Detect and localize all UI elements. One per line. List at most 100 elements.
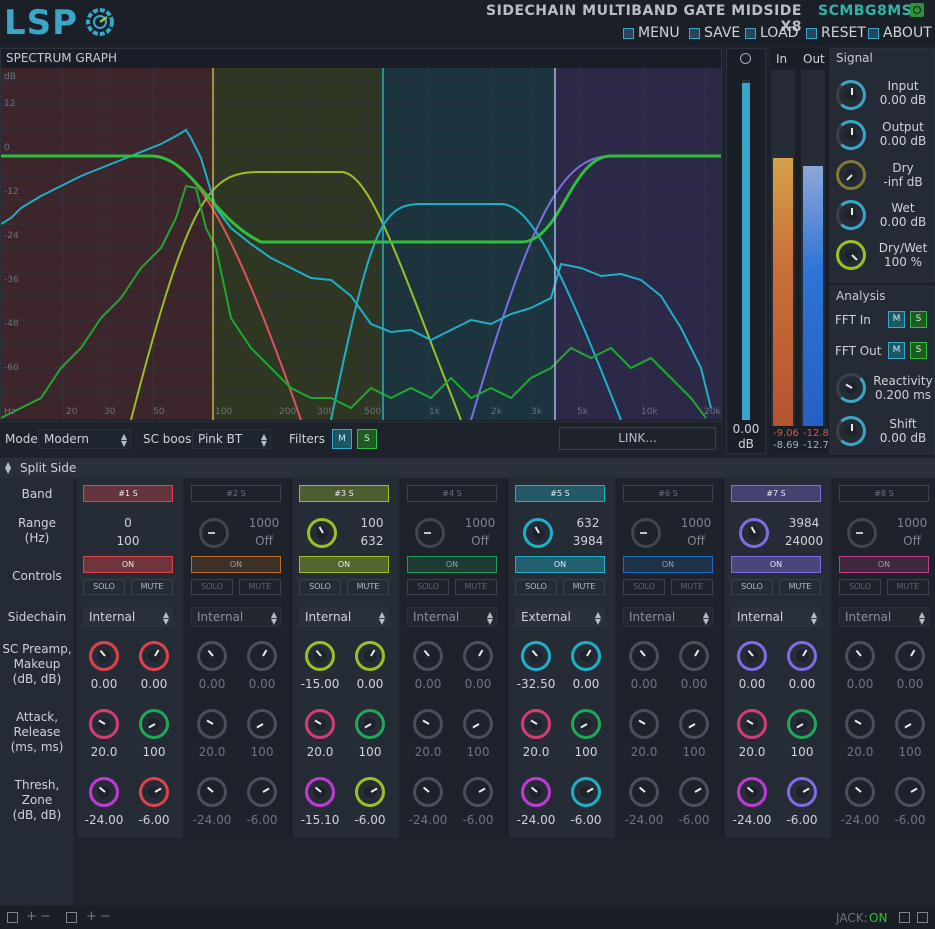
makeup-knob[interactable] [463,641,493,671]
sc-preamp-knob[interactable] [629,641,659,671]
dry-wet-knob[interactable] [836,240,866,270]
split-frequency-knob[interactable] [847,518,877,548]
attack-knob[interactable] [413,709,443,739]
band-on-button[interactable]: ON [407,556,497,573]
zone-knob[interactable] [247,777,277,807]
power-icon[interactable] [910,3,924,17]
split-frequency-knob[interactable] [631,518,661,548]
zone-knob[interactable] [463,777,493,807]
input-knob[interactable] [836,80,866,110]
split-frequency-knob[interactable] [523,518,553,548]
band-on-button[interactable]: ON [839,556,929,573]
band-name-button[interactable]: #8 S [839,485,929,502]
mode-select[interactable]: Modern ▲ ▼ [38,429,131,449]
sidechain-select[interactable]: Internal ▲ ▼ [731,607,821,627]
sc-preamp-knob[interactable] [305,641,335,671]
zone-knob[interactable] [787,777,817,807]
solo-button[interactable]: SOLO [191,579,233,595]
reset-button[interactable]: RESET [806,24,866,42]
text-size-icon[interactable] [66,912,77,923]
mute-button[interactable]: MUTE [455,579,497,595]
font-plus-icon[interactable]: + [86,909,97,924]
makeup-knob[interactable] [139,641,169,671]
solo-button[interactable]: SOLO [83,579,125,595]
sidechain-select[interactable]: Internal ▲ ▼ [299,607,389,627]
threshold-knob[interactable] [89,777,119,807]
attack-knob[interactable] [521,709,551,739]
release-knob[interactable] [463,709,493,739]
mute-button[interactable]: MUTE [239,579,281,595]
threshold-knob[interactable] [197,777,227,807]
band-name-button[interactable]: #7 S [731,485,821,502]
band-name-button[interactable]: #4 S [407,485,497,502]
split-frequency-knob[interactable] [739,518,769,548]
sidechain-select[interactable]: Internal ▲ ▼ [83,607,173,627]
fft-out-m-toggle[interactable]: M [888,342,905,359]
mute-button[interactable]: MUTE [671,579,713,595]
sc-preamp-knob[interactable] [845,641,875,671]
scboost-select[interactable]: Pink BT ▲ ▼ [192,429,271,449]
sidechain-select[interactable]: Internal ▲ ▼ [839,607,929,627]
split-frequency-knob[interactable] [415,518,445,548]
zone-knob[interactable] [679,777,709,807]
shift-knob[interactable] [836,416,866,446]
solo-button[interactable]: SOLO [515,579,557,595]
spectrum-graph[interactable]: dB 12 0 -12 -24 -36 -48 -60 Hz 20 30 50 … [1,68,721,420]
load-button[interactable]: LOAD [745,24,798,42]
threshold-knob[interactable] [737,777,767,807]
band-on-button[interactable]: ON [299,556,389,573]
threshold-knob[interactable] [629,777,659,807]
mute-button[interactable]: MUTE [131,579,173,595]
about-button[interactable]: ABOUT [868,24,932,42]
band-on-button[interactable]: ON [515,556,605,573]
solo-button[interactable]: SOLO [731,579,773,595]
mute-button[interactable]: MUTE [887,579,929,595]
solo-button[interactable]: SOLO [839,579,881,595]
release-knob[interactable] [571,709,601,739]
link-button[interactable]: LINK... [559,427,716,450]
release-knob[interactable] [355,709,385,739]
menu-button[interactable]: MENU [623,24,680,42]
sc-preamp-knob[interactable] [521,641,551,671]
release-knob[interactable] [787,709,817,739]
filter-m-toggle[interactable]: M [332,429,352,449]
reactivity-knob[interactable] [836,373,866,403]
dry-knob[interactable] [836,160,866,190]
zone-knob[interactable] [355,777,385,807]
band-on-button[interactable]: ON [191,556,281,573]
threshold-knob[interactable] [413,777,443,807]
release-knob[interactable] [247,709,277,739]
release-knob[interactable] [139,709,169,739]
fft-in-s-toggle[interactable]: S [910,311,927,328]
band-on-button[interactable]: ON [83,556,173,573]
resize-icon[interactable] [917,912,928,923]
attack-knob[interactable] [89,709,119,739]
band-name-button[interactable]: #1 S [83,485,173,502]
split-frequency-knob[interactable] [199,518,229,548]
updown-icon[interactable]: ▲ ▼ [5,461,11,475]
zone-knob[interactable] [895,777,925,807]
font-minus-icon[interactable]: − [100,909,111,924]
solo-button[interactable]: SOLO [407,579,449,595]
solo-button[interactable]: SOLO [299,579,341,595]
sidechain-select[interactable]: Internal ▲ ▼ [623,607,713,627]
fft-in-m-toggle[interactable]: M [888,311,905,328]
sidechain-select[interactable]: Internal ▲ ▼ [407,607,497,627]
makeup-knob[interactable] [679,641,709,671]
sc-preamp-knob[interactable] [737,641,767,671]
sc-preamp-knob[interactable] [413,641,443,671]
window-icon[interactable] [7,912,18,923]
sidechain-select[interactable]: External ▲ ▼ [515,607,605,627]
zoom-out-icon[interactable]: − [40,909,51,924]
release-knob[interactable] [679,709,709,739]
threshold-knob[interactable] [845,777,875,807]
makeup-knob[interactable] [895,641,925,671]
sc-preamp-knob[interactable] [197,641,227,671]
zone-knob[interactable] [571,777,601,807]
band-name-button[interactable]: #2 S [191,485,281,502]
sidechain-select[interactable]: Internal ▲ ▼ [191,607,281,627]
split-frequency-knob[interactable] [307,518,337,548]
output-knob[interactable] [836,120,866,150]
band-on-button[interactable]: ON [731,556,821,573]
makeup-knob[interactable] [571,641,601,671]
